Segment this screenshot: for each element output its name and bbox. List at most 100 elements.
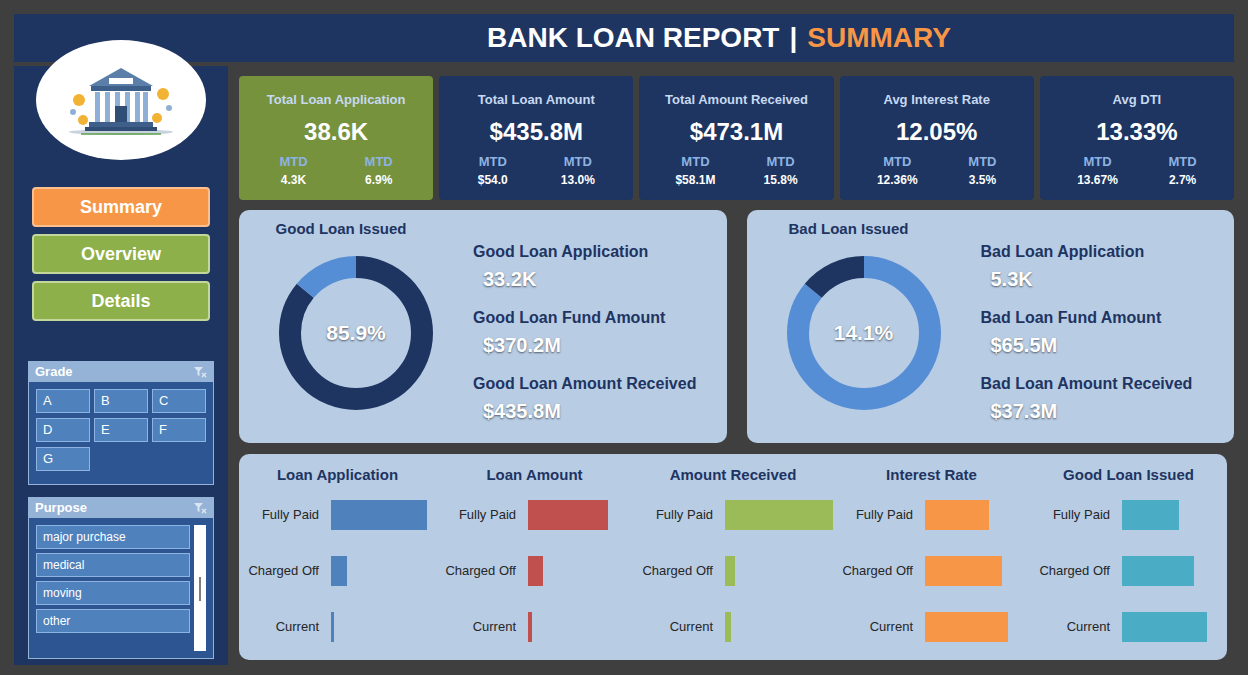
kpi-sub-label: MTD: [1083, 152, 1111, 172]
slicer-item[interactable]: major purchase: [36, 525, 190, 549]
chart-row: Current: [239, 599, 436, 655]
stat-label: Bad Loan Amount Received: [981, 372, 1193, 396]
kpi-sub-label: MTD: [365, 152, 393, 172]
kpi-sub-value: 15.8%: [764, 171, 798, 189]
stat-label: Good Loan Fund Amount: [473, 306, 696, 330]
slicer-item[interactable]: B: [94, 389, 148, 413]
issued-stat: Good Loan Amount Received$435.8M: [473, 372, 696, 426]
category-label: Current: [436, 617, 516, 637]
bar-chart: Good Loan IssuedFully PaidCharged OffCur…: [1030, 464, 1227, 660]
chart-row: Charged Off: [633, 543, 833, 599]
clear-filter-icon[interactable]: [193, 502, 207, 514]
kpi-sub-label: MTD: [479, 152, 507, 172]
nav: Summary Overview Details: [32, 187, 210, 321]
nav-button[interactable]: Details: [32, 281, 210, 321]
donut-segment: [290, 267, 422, 399]
bank-icon: [61, 60, 181, 140]
report-subtitle: SUMMARY: [807, 17, 951, 59]
donut-share: 85.9%: [326, 317, 386, 349]
kpi-title: Total Loan Amount: [478, 90, 595, 110]
chart-row: Current: [633, 599, 833, 655]
sidebar: Summary Overview Details Grade ABC DEF G Purpos…: [14, 66, 228, 665]
kpi-sub-label: MTD: [968, 152, 996, 172]
issued-panel: Good Loan Issued 85.9% Good Loan Applicati…: [239, 210, 727, 443]
category-label: Fully Paid: [833, 505, 913, 525]
clear-filter-icon[interactable]: [193, 366, 207, 378]
category-label: Current: [833, 617, 913, 637]
issued-title: Good Loan Issued: [276, 218, 407, 241]
slicer-item[interactable]: A: [36, 389, 90, 413]
slicer-item[interactable]: G: [36, 447, 90, 471]
kpi-sub-value: $58.1M: [675, 171, 715, 189]
bar: [725, 612, 731, 642]
main: Total Loan Application38.6KMTD4.3KMTD6.9…: [239, 66, 1234, 675]
nav-button[interactable]: Summary: [32, 187, 210, 227]
stat-label: Good Loan Application: [473, 240, 696, 264]
slicer-item[interactable]: moving: [36, 581, 190, 605]
slicer-header: Purpose: [29, 498, 213, 518]
bar: [528, 500, 608, 530]
chart-title: Amount Received: [633, 464, 833, 487]
chart-row: Charged Off: [436, 543, 633, 599]
chart-row: Fully Paid: [833, 487, 1030, 543]
chart-row: Charged Off: [1030, 543, 1227, 599]
slicer-item[interactable]: E: [94, 418, 148, 442]
bar: [331, 556, 347, 586]
slicer: Purpose major purchase medical moving other: [28, 497, 214, 659]
donut-segment: [290, 267, 422, 399]
kpi-card: Total Loan Amount$435.8MMTD$54.0MTD13.0%: [439, 76, 633, 200]
bar: [925, 556, 1002, 586]
slicer-header: Grade: [29, 362, 213, 382]
slicer-title: Grade: [35, 362, 73, 382]
kpi-value: $435.8M: [490, 114, 583, 150]
slicer-item[interactable]: other: [36, 609, 190, 633]
chart-row: Fully Paid: [239, 487, 436, 543]
slicer-item[interactable]: F: [152, 418, 206, 442]
kpi-sub-value: 3.5%: [969, 171, 996, 189]
slicer-item[interactable]: medical: [36, 553, 190, 577]
slicer-item[interactable]: C: [152, 389, 206, 413]
kpi-card: Avg DTI13.33%MTD13.67%MTD2.7%: [1040, 76, 1234, 200]
issued-stat: Good Loan Application33.2K: [473, 240, 696, 294]
kpi-card: Total Amount Received$473.1MMTD$58.1MMTD…: [639, 76, 833, 200]
stat-value: $65.5M: [981, 330, 1193, 360]
kpi-sub-value: 2.7%: [1169, 171, 1196, 189]
kpi-sub-label: MTD: [883, 152, 911, 172]
kpi-value: 12.05%: [896, 114, 977, 150]
chart-row: Current: [833, 599, 1030, 655]
kpi-sub-label: MTD: [681, 152, 709, 172]
kpi-title: Total Amount Received: [665, 90, 808, 110]
category-label: Charged Off: [436, 561, 516, 581]
slicer-title: Purpose: [35, 498, 87, 518]
logo: [36, 40, 206, 160]
stat-value: $435.8M: [473, 396, 696, 426]
scrollbar[interactable]: [194, 525, 206, 651]
category-label: Charged Off: [239, 561, 319, 581]
nav-button[interactable]: Overview: [32, 234, 210, 274]
kpi-title: Avg Interest Rate: [883, 90, 989, 110]
stat-label: Bad Loan Fund Amount: [981, 306, 1193, 330]
bar: [925, 612, 1008, 642]
category-label: Charged Off: [833, 561, 913, 581]
bar: [528, 612, 532, 642]
bar: [1122, 500, 1179, 530]
donut-segment: [798, 267, 930, 399]
bar-chart: Interest RateFully PaidCharged OffCurren…: [833, 464, 1030, 660]
kpi-sub-value: 6.9%: [365, 171, 392, 189]
issued-stat: Bad Loan Fund Amount$65.5M: [981, 306, 1193, 360]
stat-value: $37.3M: [981, 396, 1193, 426]
kpi-sub-label: MTD: [564, 152, 592, 172]
issued-stat: Good Loan Fund Amount$370.2M: [473, 306, 696, 360]
stat-label: Bad Loan Application: [981, 240, 1193, 264]
bar: [1122, 612, 1207, 642]
donut-share: 14.1%: [834, 317, 894, 349]
slicer-item[interactable]: D: [36, 418, 90, 442]
chart-row: Current: [436, 599, 633, 655]
chart-row: Fully Paid: [633, 487, 833, 543]
kpi-row: Total Loan Application38.6KMTD4.3KMTD6.9…: [239, 76, 1234, 200]
donut-chart: 85.9%: [278, 255, 434, 411]
issued-title: Bad Loan Issued: [788, 218, 908, 241]
stat-value: 33.2K: [473, 264, 696, 294]
category-label: Current: [239, 617, 319, 637]
chart-row: Fully Paid: [436, 487, 633, 543]
